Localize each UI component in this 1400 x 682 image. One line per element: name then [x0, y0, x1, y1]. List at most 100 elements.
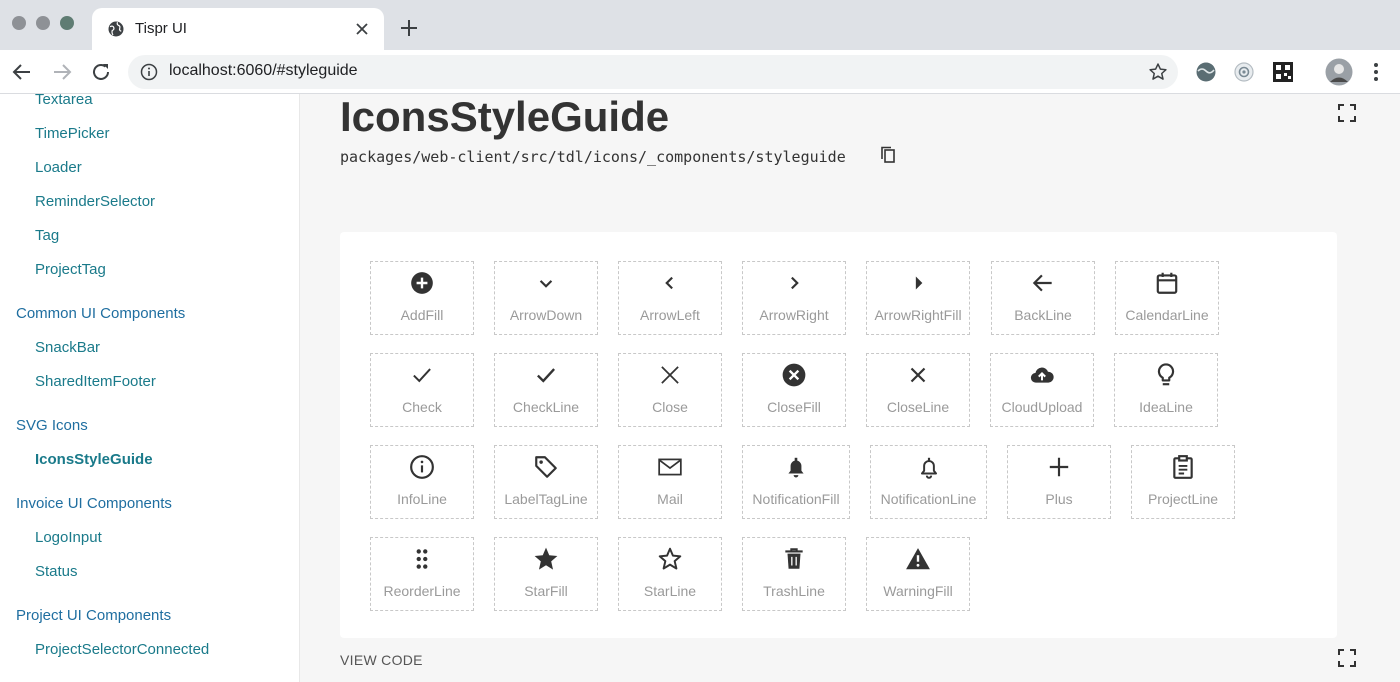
- sidebar-section-heading[interactable]: Invoice UI Components: [16, 495, 172, 512]
- globe-icon: [108, 21, 124, 37]
- icon-label: ReorderLine: [383, 583, 461, 599]
- icon-label: StarFill: [524, 583, 568, 599]
- icon-label: WarningFill: [883, 583, 953, 599]
- icon-tile[interactable]: AddFill: [370, 261, 474, 335]
- star-fill-icon: [534, 547, 558, 570]
- sidebar-item[interactable]: ReminderSelector: [35, 193, 155, 210]
- bookmark-star-icon[interactable]: [1148, 62, 1168, 82]
- star-line-icon: [658, 547, 682, 570]
- sidebar-section-heading[interactable]: Common UI Components: [16, 305, 185, 322]
- icon-label: CloudUpload: [1001, 399, 1083, 415]
- icon-tile[interactable]: ReorderLine: [370, 537, 474, 611]
- icon-tile[interactable]: Close: [618, 353, 722, 427]
- cloud-upload-icon: [1030, 367, 1054, 383]
- extension-eye-icon[interactable]: [1233, 61, 1255, 83]
- sidebar-item[interactable]: SharedItemFooter: [35, 373, 156, 390]
- kebab-menu-icon[interactable]: [1372, 62, 1380, 82]
- icon-tile[interactable]: ProjectLine: [1131, 445, 1235, 519]
- page-title: IconsStyleGuide: [340, 93, 670, 140]
- icon-tile[interactable]: CloseLine: [866, 353, 970, 427]
- sidebar-item[interactable]: Tag: [35, 227, 59, 244]
- icon-tile[interactable]: InfoLine: [370, 445, 474, 519]
- sidebar-item[interactable]: ProjectTag: [35, 261, 106, 278]
- icon-tile[interactable]: IdeaLine: [1114, 353, 1218, 427]
- sidebar-item[interactable]: ProjectSelectorConnected: [35, 641, 209, 658]
- icon-tile[interactable]: StarFill: [494, 537, 598, 611]
- sidebar-section-heading[interactable]: SVG Icons: [16, 417, 88, 434]
- icon-tile[interactable]: LabelTagLine: [494, 445, 598, 519]
- icon-tile[interactable]: ArrowDown: [494, 261, 598, 335]
- icon-label: ArrowRight: [759, 307, 829, 323]
- extension-qr-icon[interactable]: [1272, 61, 1294, 83]
- back-line-icon: [1032, 274, 1052, 292]
- arrow-right-fill-icon: [915, 276, 923, 290]
- icon-tile[interactable]: CheckLine: [494, 353, 598, 427]
- check-icon: [413, 368, 431, 383]
- sidebar-item[interactable]: Loader: [35, 159, 82, 176]
- icon-tile[interactable]: BackLine: [991, 261, 1095, 335]
- arrow-left-icon: [665, 276, 673, 290]
- address-bar[interactable]: localhost:6060/#styleguide: [128, 55, 1178, 89]
- sidebar-item[interactable]: TimePicker: [35, 125, 109, 142]
- icon-tile[interactable]: ArrowRight: [742, 261, 846, 335]
- icon-tile[interactable]: Check: [370, 353, 474, 427]
- icon-label: Check: [402, 399, 442, 415]
- close-fill-icon: [782, 363, 806, 387]
- icon-tile[interactable]: Mail: [618, 445, 722, 519]
- back-arrow-icon[interactable]: [10, 60, 34, 84]
- sidebar-section-heading[interactable]: Project UI Components: [16, 607, 171, 624]
- info-icon[interactable]: [140, 63, 158, 81]
- reload-icon[interactable]: [89, 60, 113, 84]
- url-text[interactable]: localhost:6060/#styleguide: [169, 62, 358, 80]
- icon-label: BackLine: [1014, 307, 1072, 323]
- component-path: packages/web-client/src/tdl/icons/_compo…: [340, 148, 846, 166]
- copy-icon[interactable]: [880, 146, 896, 164]
- sidebar-item[interactable]: Textarea: [35, 94, 93, 108]
- new-tab-icon[interactable]: [398, 17, 420, 39]
- sidebar-item[interactable]: LogoInput: [35, 529, 102, 546]
- calendar-line-icon: [1156, 272, 1178, 294]
- icon-label: Plus: [1045, 491, 1073, 507]
- icons-preview-card: AddFill ArrowDown ArrowLeft ArrowRight Arrow…: [340, 232, 1337, 638]
- icon-tile[interactable]: Plus: [1007, 445, 1111, 519]
- icon-label: CheckLine: [512, 399, 580, 415]
- idea-line-icon: [1157, 363, 1175, 386]
- icon-tile[interactable]: CalendarLine: [1115, 261, 1219, 335]
- arrow-right-icon: [791, 276, 799, 290]
- icon-label: ArrowDown: [509, 307, 583, 323]
- trash-line-icon: [785, 548, 803, 569]
- icon-tile[interactable]: WarningFill: [866, 537, 970, 611]
- icon-tile[interactable]: TrashLine: [742, 537, 846, 611]
- sidebar-item[interactable]: SnackBar: [35, 339, 100, 356]
- window-zoom-control[interactable]: [60, 16, 74, 30]
- icon-label: StarLine: [643, 583, 697, 599]
- icon-tile[interactable]: NotificationFill: [742, 445, 850, 519]
- info-line-icon: [410, 455, 434, 479]
- forward-arrow-icon[interactable]: [50, 60, 74, 84]
- close-tab-icon[interactable]: [354, 21, 370, 37]
- warning-fill-icon: [906, 548, 930, 570]
- icon-tile[interactable]: StarLine: [618, 537, 722, 611]
- icon-tile[interactable]: CloudUpload: [990, 353, 1094, 427]
- icon-tile[interactable]: ArrowLeft: [618, 261, 722, 335]
- icon-tile[interactable]: NotificationLine: [870, 445, 987, 519]
- icon-label: ArrowRightFill: [874, 307, 962, 323]
- browser-tab[interactable]: Tispr UI: [92, 8, 384, 50]
- fullscreen-icon[interactable]: [1338, 104, 1356, 122]
- label-tag-line-icon: [535, 456, 557, 478]
- sidebar-item[interactable]: Status: [35, 563, 78, 580]
- window-close-control[interactable]: [12, 16, 26, 30]
- icon-label: ArrowLeft: [640, 307, 700, 323]
- tab-title: Tispr UI: [135, 20, 187, 37]
- extension-globe-icon[interactable]: [1195, 61, 1217, 83]
- view-code-link[interactable]: VIEW CODE: [340, 652, 423, 668]
- profile-avatar[interactable]: [1325, 58, 1353, 86]
- icon-tile[interactable]: CloseFill: [742, 353, 846, 427]
- add-fill-icon: [411, 272, 433, 294]
- icon-tile[interactable]: ArrowRightFill: [866, 261, 970, 335]
- sidebar-item[interactable]: IconsStyleGuide: [35, 451, 153, 468]
- fullscreen-icon[interactable]: [1338, 649, 1356, 667]
- icon-label: AddFill: [400, 307, 444, 323]
- close-line-icon: [910, 367, 926, 383]
- window-minimize-control[interactable]: [36, 16, 50, 30]
